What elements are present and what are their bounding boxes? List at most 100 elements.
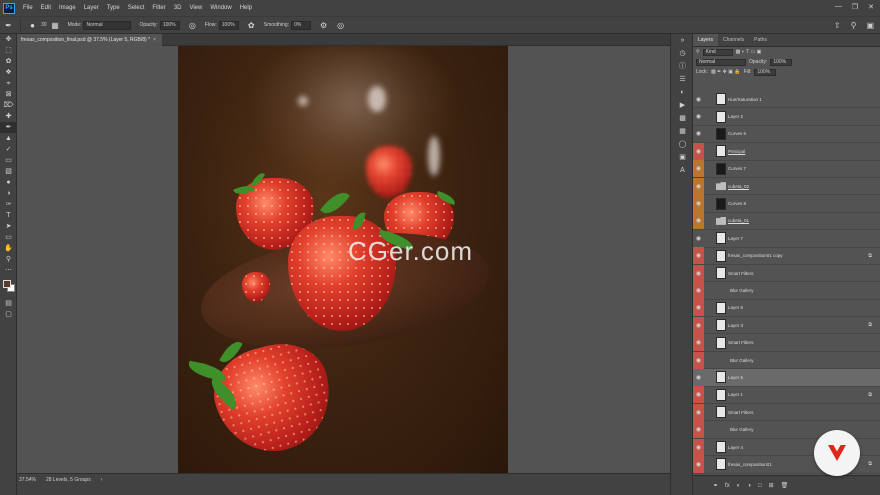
- visibility-eye-icon[interactable]: ◉: [693, 316, 704, 334]
- layer-row[interactable]: ◉ Layer 5: [693, 369, 880, 387]
- info-icon[interactable]: ⓘ: [671, 60, 694, 73]
- document-tab[interactable]: fresas_composition_final.psd @ 37.5% (La…: [17, 34, 162, 46]
- layer-name[interactable]: Layer 3: [728, 323, 743, 328]
- layer-thumbnail[interactable]: [716, 232, 726, 245]
- layer-name[interactable]: Blur Gallery: [730, 427, 754, 432]
- layer-thumbnail[interactable]: [716, 93, 726, 106]
- layer-row[interactable]: ◉ Layer 1 ⧉: [693, 386, 880, 405]
- visibility-eye-icon[interactable]: ◉: [693, 247, 704, 265]
- menu-layer[interactable]: Layer: [80, 5, 103, 11]
- layer-name[interactable]: Layer 7: [728, 236, 743, 241]
- pressure-opacity-icon[interactable]: ◎: [188, 21, 197, 30]
- zoom-level[interactable]: 37.54%: [19, 477, 36, 483]
- tab-channels[interactable]: Channels: [718, 34, 749, 46]
- actions-icon[interactable]: ▶: [671, 99, 694, 112]
- document-info[interactable]: 28 Levels, 5 Groups: [46, 477, 91, 483]
- eyedropper-tool-icon[interactable]: ⌦: [0, 100, 17, 111]
- layer-row[interactable]: ◉ Curves 7: [693, 160, 880, 178]
- menu-type[interactable]: Type: [103, 5, 124, 11]
- brush-tool-icon[interactable]: ✒: [0, 122, 17, 133]
- layer-thumbnail[interactable]: [716, 371, 726, 384]
- visibility-eye-icon[interactable]: ◉: [693, 421, 704, 439]
- lasso-tool-icon[interactable]: ✿: [0, 56, 17, 67]
- character-icon[interactable]: A: [671, 164, 694, 177]
- quick-select-tool-icon[interactable]: ❖: [0, 67, 17, 78]
- folder-icon[interactable]: [716, 216, 726, 225]
- layer-row[interactable]: ◉ Smart Filters: [693, 334, 880, 352]
- layer-name[interactable]: fresas_composition01: [728, 462, 772, 467]
- menu-help[interactable]: Help: [236, 5, 256, 11]
- layer-name[interactable]: Curves 6: [728, 131, 746, 136]
- mask-icon[interactable]: ◐: [737, 483, 741, 489]
- layer-row[interactable]: ◉ Layer 6: [693, 299, 880, 318]
- collapse-icon[interactable]: »: [671, 34, 694, 47]
- flow-field[interactable]: 100%: [218, 20, 239, 30]
- layer-name[interactable]: Curves 7: [728, 166, 746, 171]
- layer-row[interactable]: ◉ Smart Filters: [693, 264, 880, 283]
- color-icon[interactable]: ◯: [671, 138, 694, 151]
- close-tab-icon[interactable]: ×: [153, 37, 156, 43]
- move-tool-icon[interactable]: ✥: [0, 34, 17, 45]
- layer-row[interactable]: ◉ Hue/Saturation 1: [693, 91, 880, 109]
- layer-thumbnail[interactable]: [716, 319, 726, 332]
- layer-name[interactable]: Layer 2: [728, 114, 743, 119]
- visibility-eye-icon[interactable]: ◉: [693, 91, 704, 108]
- visibility-eye-icon[interactable]: ◉: [693, 230, 704, 247]
- layer-row[interactable]: ◉ Curves 6: [693, 126, 880, 144]
- eraser-tool-icon[interactable]: ▭: [0, 155, 17, 166]
- trash-icon[interactable]: 🗑: [781, 482, 789, 489]
- layer-name[interactable]: fresas_composition01 copy: [728, 253, 783, 258]
- menu-window[interactable]: Window: [206, 5, 235, 11]
- crop-tool-icon[interactable]: ⌖: [0, 78, 17, 89]
- quick-mask-icon[interactable]: ▤: [0, 298, 17, 309]
- visibility-eye-icon[interactable]: ◉: [693, 438, 704, 456]
- layer-row[interactable]: ◉ cubeta_01: [693, 212, 880, 231]
- gear-icon[interactable]: ⚙: [319, 21, 328, 30]
- folder-icon[interactable]: [716, 182, 726, 191]
- visibility-eye-icon[interactable]: ◉: [693, 195, 704, 213]
- layer-name[interactable]: Layer 1: [728, 392, 743, 397]
- brush-preset-icon[interactable]: ●: [28, 21, 37, 30]
- layer-name[interactable]: Layer 5: [728, 375, 743, 380]
- restore-icon[interactable]: ❐: [852, 3, 858, 11]
- new-layer-icon[interactable]: ⊞: [769, 482, 774, 489]
- canvas-area[interactable]: CGer.com: [17, 46, 670, 473]
- layer-thumbnail[interactable]: [716, 267, 726, 280]
- brush-settings-icon[interactable]: ▦: [51, 21, 60, 30]
- layer-thumbnail[interactable]: [716, 162, 726, 175]
- healing-tool-icon[interactable]: ✚: [0, 111, 17, 122]
- visibility-eye-icon[interactable]: ◉: [693, 299, 704, 317]
- layer-name[interactable]: Principal: [728, 149, 745, 154]
- layer-name[interactable]: Layer 6: [728, 305, 743, 310]
- layer-thumbnail[interactable]: [716, 336, 726, 349]
- fx-icon[interactable]: fx: [725, 483, 730, 489]
- layer-name[interactable]: Blur Gallery: [730, 358, 754, 363]
- visibility-eye-icon[interactable]: ◉: [693, 212, 704, 230]
- frame-tool-icon[interactable]: ⊠: [0, 89, 17, 100]
- adjustment-layer-icon[interactable]: ◑: [747, 483, 751, 489]
- layer-name[interactable]: Layer 4: [728, 445, 743, 450]
- layer-thumbnail[interactable]: [716, 441, 726, 453]
- link-icon[interactable]: ⚭: [713, 482, 718, 489]
- visibility-eye-icon[interactable]: ◉: [693, 264, 704, 282]
- layer-row[interactable]: ◉ Blur Gallery: [693, 351, 880, 370]
- visibility-eye-icon[interactable]: ◉: [693, 177, 704, 195]
- new-group-icon[interactable]: □: [758, 483, 762, 489]
- layer-thumbnail[interactable]: [716, 197, 726, 210]
- visibility-eye-icon[interactable]: ◉: [693, 282, 704, 299]
- type-tool-icon[interactable]: T: [0, 210, 17, 221]
- visibility-eye-icon[interactable]: ◉: [693, 142, 704, 160]
- blur-tool-icon[interactable]: ●: [0, 177, 17, 188]
- visibility-eye-icon[interactable]: ◉: [693, 386, 704, 404]
- menu-select[interactable]: Select: [124, 5, 149, 11]
- menu-view[interactable]: View: [185, 5, 206, 11]
- smoothing-field[interactable]: 0%: [291, 20, 312, 30]
- visibility-eye-icon[interactable]: ◉: [693, 403, 704, 421]
- zoom-tool-icon[interactable]: ⚲: [0, 254, 17, 265]
- hand-tool-icon[interactable]: ✋: [0, 243, 17, 254]
- layer-row[interactable]: ◉ Curves 8: [693, 195, 880, 213]
- swatches-icon[interactable]: ▦: [671, 125, 694, 138]
- layer-row[interactable]: ◉ Smart Filters: [693, 403, 880, 422]
- layer-opacity-field[interactable]: 100%: [770, 58, 793, 66]
- menu-filter[interactable]: Filter: [148, 5, 169, 11]
